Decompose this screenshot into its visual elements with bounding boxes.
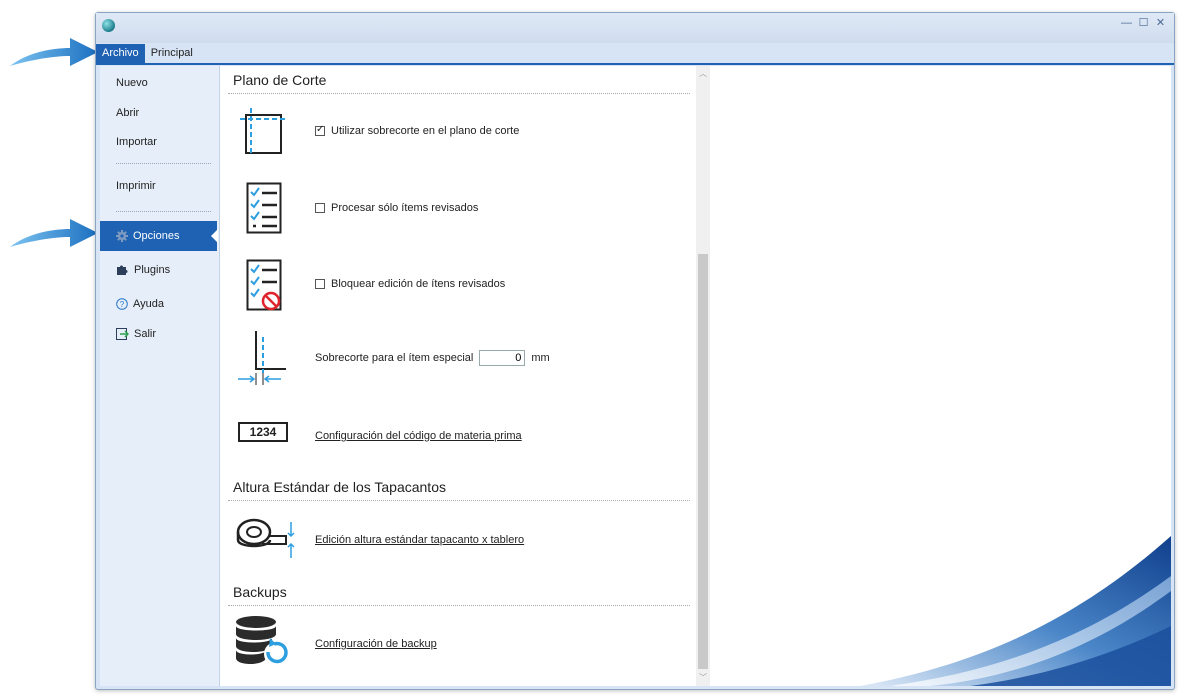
database-backup-icon (236, 616, 288, 666)
sidebar-item-opciones[interactable]: Opciones (100, 221, 218, 251)
sidebar-divider (116, 163, 211, 164)
overcut-checkbox[interactable] (315, 124, 325, 136)
sidebar-item-abrir[interactable]: Abrir (116, 107, 139, 119)
sidebar-item-label: Opciones (133, 230, 180, 242)
lock-reviewed-option[interactable]: Bloquear edición de ítens revisados (315, 278, 505, 290)
lock-reviewed-label: Bloquear edición de ítens revisados (331, 278, 506, 290)
scroll-down-icon[interactable]: ﹀ (698, 672, 708, 683)
options-panel: Plano de Corte Utilizar sobrecorte en el… (220, 66, 696, 686)
material-code-link[interactable]: Configuración del código de materia prim… (315, 430, 522, 442)
process-reviewed-label: Procesar sólo ítems revisados (331, 202, 479, 214)
tab-principal[interactable]: Principal (145, 44, 199, 64)
callout-arrow-opciones (10, 219, 98, 247)
backup-row: Configuración de backup (315, 638, 437, 650)
edge-height-row: Edición altura estándar tapacanto x tabl… (315, 534, 524, 546)
ribbon-tabs: Archivo Principal (96, 44, 199, 64)
sidebar-item-label: Salir (134, 328, 157, 340)
help-icon: ? (116, 298, 128, 310)
scroll-up-icon[interactable]: ︿ (698, 68, 708, 79)
sidebar-item-label: Imprimir (116, 180, 156, 192)
sidebar-item-ayuda[interactable]: ? Ayuda (116, 298, 164, 310)
backup-link[interactable]: Configuración de backup (315, 638, 437, 650)
decorative-swoosh (860, 536, 1171, 686)
puzzle-icon (117, 265, 128, 275)
sidebar-divider (116, 211, 211, 212)
edge-tape-icon (236, 518, 295, 558)
overcut-label: Utilizar sobrecorte en el plano de corte (331, 125, 520, 137)
sidebar-item-importar[interactable]: Importar (116, 136, 157, 148)
scrollbar[interactable]: ︿ ﹀ (696, 66, 710, 686)
section-title-altura: Altura Estándar de los Tapacantos (233, 479, 446, 495)
special-overcut-input[interactable] (479, 350, 526, 366)
sidebar-item-label: Plugins (134, 264, 171, 276)
maximize-button[interactable]: ☐ (1138, 18, 1149, 29)
sidebar-item-label: Ayuda (133, 298, 164, 310)
sidebar-item-imprimir[interactable]: Imprimir (116, 180, 156, 192)
section-title-backups: Backups (233, 584, 287, 600)
checklist-icon (246, 182, 282, 234)
material-code-icon: 1234 (238, 422, 288, 442)
app-window: — ☐ ✕ Archivo Principal Nuevo Abrir Impo… (95, 12, 1175, 690)
title-bar: — ☐ ✕ (96, 13, 1174, 43)
sidebar-item-label: Nuevo (116, 77, 148, 89)
decorative-pane (710, 66, 1171, 686)
minimize-button[interactable]: — (1121, 18, 1132, 29)
process-reviewed-option[interactable]: Procesar sólo ítems revisados (315, 202, 478, 214)
special-overcut-unit: mm (531, 352, 550, 364)
special-overcut-row: Sobrecorte para el ítem especial mm (315, 350, 550, 366)
overcut-icon (240, 108, 288, 156)
section-divider (228, 93, 690, 94)
edge-height-link[interactable]: Edición altura estándar tapacanto x tabl… (315, 534, 524, 546)
sidebar-item-salir[interactable]: Salir (116, 328, 156, 340)
svg-text:?: ? (120, 300, 125, 309)
sidebar-item-label: Importar (116, 136, 157, 148)
window-controls: — ☐ ✕ (1121, 18, 1166, 29)
app-logo-icon (102, 19, 115, 32)
sidebar-item-plugins[interactable]: Plugins (116, 264, 170, 276)
callout-arrow-archivo (10, 38, 98, 66)
exit-icon (116, 328, 129, 340)
checklist-blocked-icon (246, 259, 282, 311)
section-divider (228, 500, 690, 501)
process-reviewed-checkbox[interactable] (315, 203, 325, 213)
tab-archivo[interactable]: Archivo (96, 44, 145, 64)
sidebar-item-nuevo[interactable]: Nuevo (116, 77, 148, 89)
section-divider (228, 605, 690, 606)
special-overcut-label: Sobrecorte para el ítem especial (315, 352, 474, 364)
section-title-plano: Plano de Corte (233, 72, 327, 88)
tab-underline (96, 63, 1174, 65)
lock-reviewed-checkbox[interactable] (315, 279, 325, 289)
scroll-thumb[interactable] (698, 254, 708, 669)
overcut-option[interactable]: Utilizar sobrecorte en el plano de corte (315, 124, 520, 137)
close-button[interactable]: ✕ (1155, 18, 1166, 29)
special-overcut-icon (238, 331, 286, 385)
sidebar: Nuevo Abrir Importar Imprimir Opciones P… (100, 66, 220, 686)
sidebar-item-label: Abrir (116, 107, 140, 119)
gear-icon (116, 230, 128, 242)
material-code-row: Configuración del código de materia prim… (315, 430, 522, 442)
